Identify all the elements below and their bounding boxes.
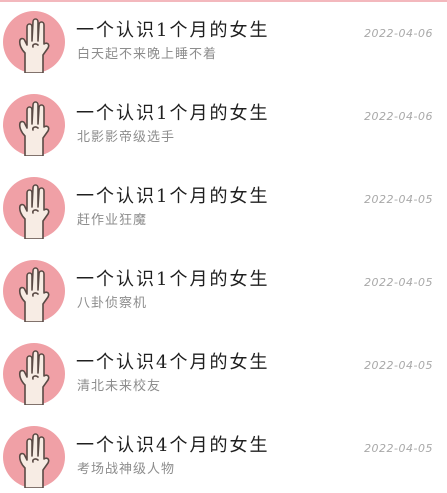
avatar[interactable] (3, 177, 65, 239)
list-item[interactable]: 一个认识1个月的女生 北影影帝级选手 2022-04-06 (0, 83, 447, 166)
list-item[interactable]: 一个认识1个月的女生 赶作业狂魔 2022-04-05 (0, 166, 447, 249)
item-title: 一个认识1个月的女生 (76, 20, 270, 41)
item-date: 2022-04-05 (364, 442, 433, 455)
avatar[interactable] (3, 260, 65, 322)
list-item[interactable]: 一个认识1个月的女生 白天起不来晚上睡不着 2022-04-06 (0, 0, 447, 83)
item-date: 2022-04-06 (364, 27, 433, 40)
avatar[interactable] (3, 343, 65, 405)
item-subtitle: 清北未来校友 (77, 379, 162, 394)
item-subtitle: 八卦侦察机 (77, 296, 148, 311)
item-subtitle: 白天起不来晚上睡不着 (77, 47, 218, 62)
item-title: 一个认识4个月的女生 (76, 352, 270, 373)
hand-gesture-avatar-icon (3, 94, 65, 156)
item-title: 一个认识1个月的女生 (76, 103, 270, 124)
hand-gesture-avatar-icon (3, 426, 65, 488)
avatar[interactable] (3, 11, 65, 73)
list-item[interactable]: 一个认识4个月的女生 考场战神级人物 2022-04-05 (0, 415, 447, 493)
avatar[interactable] (3, 94, 65, 156)
item-subtitle: 赶作业狂魔 (77, 213, 148, 228)
message-list: 一个认识1个月的女生 白天起不来晚上睡不着 2022-04-06 一个认识1个月… (0, 0, 447, 493)
hand-gesture-avatar-icon (3, 11, 65, 73)
item-date: 2022-04-05 (364, 359, 433, 372)
item-title: 一个认识1个月的女生 (76, 269, 270, 290)
hand-gesture-avatar-icon (3, 260, 65, 322)
hand-gesture-avatar-icon (3, 177, 65, 239)
item-date: 2022-04-05 (364, 276, 433, 289)
item-date: 2022-04-05 (364, 193, 433, 206)
list-item[interactable]: 一个认识1个月的女生 八卦侦察机 2022-04-05 (0, 249, 447, 332)
hand-gesture-avatar-icon (3, 343, 65, 405)
item-subtitle: 考场战神级人物 (77, 462, 176, 477)
item-subtitle: 北影影帝级选手 (77, 130, 176, 145)
item-title: 一个认识4个月的女生 (76, 435, 270, 456)
avatar[interactable] (3, 426, 65, 488)
item-date: 2022-04-06 (364, 110, 433, 123)
item-title: 一个认识1个月的女生 (76, 186, 270, 207)
list-item[interactable]: 一个认识4个月的女生 清北未来校友 2022-04-05 (0, 332, 447, 415)
